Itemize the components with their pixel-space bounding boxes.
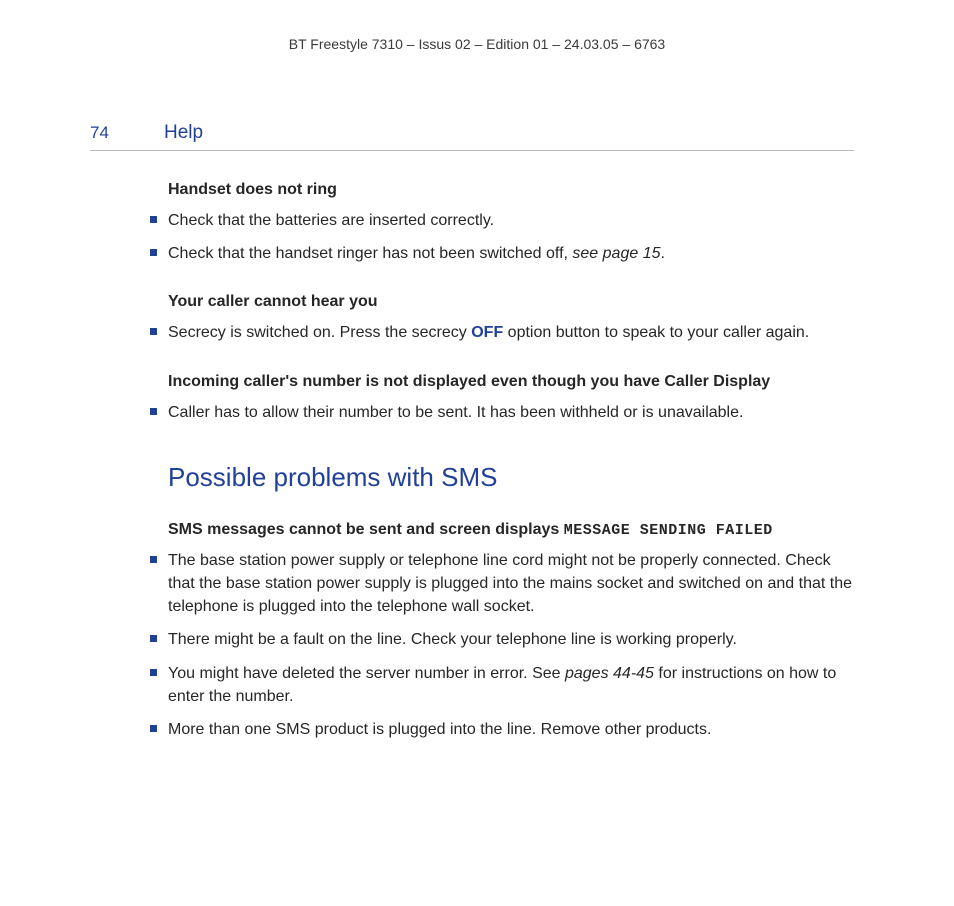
page-reference: pages 44-45 xyxy=(565,665,654,682)
text: You might have deleted the server number… xyxy=(168,665,565,682)
list-item: Caller has to allow their number to be s… xyxy=(168,401,854,424)
text: Secrecy is switched on. Press the secrec… xyxy=(168,324,471,341)
list-item: More than one SMS product is plugged int… xyxy=(168,718,854,741)
subheading-caller-cannot-hear: Your caller cannot hear you xyxy=(168,293,854,311)
text: SMS messages cannot be sent and screen d… xyxy=(168,521,564,538)
page-content: Handset does not ring Check that the bat… xyxy=(168,181,854,741)
text: option button to speak to your caller ag… xyxy=(503,324,809,341)
list-caller-cannot-hear: Secrecy is switched on. Press the secrec… xyxy=(168,321,854,344)
list-item: Check that the batteries are inserted co… xyxy=(168,209,854,232)
page-number: 74 xyxy=(90,123,164,143)
lcd-display-text: MESSAGE SENDING FAILED xyxy=(564,522,773,539)
list-handset-no-ring: Check that the batteries are inserted co… xyxy=(168,209,854,265)
list-caller-id-not-displayed: Caller has to allow their number to be s… xyxy=(168,401,854,424)
section-heading-sms-problems: Possible problems with SMS xyxy=(168,462,854,493)
subheading-caller-id-not-displayed: Incoming caller's number is not displaye… xyxy=(168,373,854,391)
subheading-handset-no-ring: Handset does not ring xyxy=(168,181,854,199)
page-reference: see page 15 xyxy=(572,245,660,262)
list-item: Check that the handset ringer has not be… xyxy=(168,242,854,265)
subheading-sms-cannot-send: SMS messages cannot be sent and screen d… xyxy=(168,521,854,539)
list-item: You might have deleted the server number… xyxy=(168,662,854,708)
button-label-off: OFF xyxy=(471,324,503,341)
list-item: The base station power supply or telepho… xyxy=(168,549,854,619)
page-header-row: 74 Help xyxy=(90,122,854,151)
section-title: Help xyxy=(164,122,203,144)
text: Check that the handset ringer has not be… xyxy=(168,245,572,262)
text: . xyxy=(660,245,664,262)
list-sms-problems: The base station power supply or telepho… xyxy=(168,549,854,741)
document-header: BT Freestyle 7310 – Issus 02 – Edition 0… xyxy=(100,36,854,52)
list-item: There might be a fault on the line. Chec… xyxy=(168,628,854,651)
list-item: Secrecy is switched on. Press the secrec… xyxy=(168,321,854,344)
manual-page: BT Freestyle 7310 – Issus 02 – Edition 0… xyxy=(0,0,954,809)
